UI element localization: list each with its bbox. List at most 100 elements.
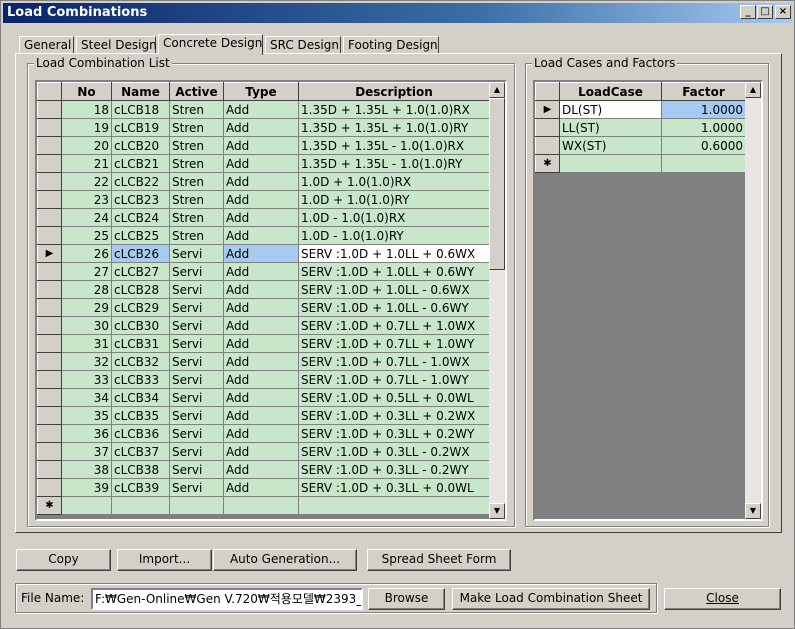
spread-sheet-form-button[interactable]: Spread Sheet Form — [367, 549, 511, 571]
cell-description[interactable]: SERV :1.0D + 0.3LL + 0.2WX — [298, 406, 490, 425]
row-header[interactable] — [37, 136, 62, 155]
tab-concrete-design[interactable]: Concrete Design — [158, 34, 263, 55]
cell-loadcase[interactable]: WX(ST) — [559, 136, 662, 155]
cell-no[interactable]: 24 — [61, 208, 112, 227]
cell-active[interactable]: Servi — [169, 298, 224, 317]
column-header-no[interactable]: No — [61, 82, 112, 101]
cell-active[interactable]: Stren — [169, 118, 224, 137]
cell-type[interactable]: Add — [223, 316, 299, 335]
row-header[interactable] — [37, 406, 62, 425]
current-row-indicator-icon[interactable]: ▶ — [535, 100, 560, 119]
cell-description[interactable]: 1.0D - 1.0(1.0)RY — [298, 226, 490, 245]
maximize-button[interactable]: □ — [757, 5, 773, 19]
new-row-cell[interactable] — [661, 154, 746, 173]
tab-general[interactable]: General — [19, 36, 74, 54]
table-row[interactable]: 35 cLCB35 Servi Add SERV :1.0D + 0.3LL + 0.2… — [37, 406, 490, 425]
table-row[interactable]: ▶ 26 cLCB26 Servi Add SERV :1.0D + 1.0LL + 0.… — [37, 244, 490, 263]
cell-no[interactable]: 20 — [61, 136, 112, 155]
cell-name[interactable]: cLCB30 — [111, 316, 170, 335]
new-row[interactable]: ✱ — [535, 154, 746, 173]
cell-factor[interactable]: 1.0000 — [661, 118, 746, 137]
table-row[interactable]: 22 cLCB22 Stren Add 1.0D + 1.0(1.0)RX — [37, 172, 490, 191]
cell-description[interactable]: SERV :1.0D + 1.0LL + 0.6WY — [298, 262, 490, 281]
scroll-up-arrow-icon[interactable]: ▲ — [745, 82, 761, 98]
close-window-button[interactable]: × — [775, 5, 791, 19]
cell-description[interactable]: SERV :1.0D + 0.3LL - 0.2WX — [298, 442, 490, 461]
cell-no[interactable]: 31 — [61, 334, 112, 353]
cell-description[interactable]: 1.0D + 1.0(1.0)RX — [298, 172, 490, 191]
cell-name[interactable]: cLCB26 — [111, 244, 170, 263]
cell-description[interactable]: SERV :1.0D + 0.3LL + 0.0WL — [298, 478, 490, 497]
cell-loadcase[interactable]: DL(ST) — [559, 100, 662, 119]
load-cases-scrollbar[interactable]: ▲ ▼ — [745, 82, 761, 519]
cell-type[interactable]: Add — [223, 460, 299, 479]
table-row[interactable]: 33 cLCB33 Servi Add SERV :1.0D + 0.7LL - 1.0… — [37, 370, 490, 389]
column-header-loadcase[interactable]: LoadCase — [559, 82, 662, 101]
cell-description[interactable]: SERV :1.0D + 0.7LL + 1.0WX — [298, 316, 490, 335]
cell-description[interactable]: SERV :1.0D + 1.0LL - 0.6WY — [298, 298, 490, 317]
new-row-cell[interactable] — [223, 496, 299, 515]
cell-name[interactable]: cLCB29 — [111, 298, 170, 317]
cell-active[interactable]: Servi — [169, 316, 224, 335]
cell-name[interactable]: cLCB32 — [111, 352, 170, 371]
make-load-combination-sheet-button[interactable]: Make Load Combination Sheet — [452, 588, 650, 610]
cell-type[interactable]: Add — [223, 478, 299, 497]
import-button[interactable]: Import... — [117, 549, 212, 571]
cell-name[interactable]: cLCB24 — [111, 208, 170, 227]
cell-active[interactable]: Servi — [169, 280, 224, 299]
cell-name[interactable]: cLCB33 — [111, 370, 170, 389]
cell-description[interactable]: SERV :1.0D + 0.7LL - 1.0WX — [298, 352, 490, 371]
cell-no[interactable]: 37 — [61, 442, 112, 461]
table-row[interactable]: 37 cLCB37 Servi Add SERV :1.0D + 0.3LL - 0.2… — [37, 442, 490, 461]
cell-name[interactable]: cLCB18 — [111, 100, 170, 119]
cell-type[interactable]: Add — [223, 424, 299, 443]
cell-name[interactable]: cLCB23 — [111, 190, 170, 209]
row-header[interactable] — [37, 460, 62, 479]
table-row[interactable]: 18 cLCB18 Stren Add 1.35D + 1.35L + 1.0(1.0)… — [37, 100, 490, 119]
cell-no[interactable]: 28 — [61, 280, 112, 299]
tab-src-design[interactable]: SRC Design — [265, 36, 341, 54]
table-row[interactable]: 27 cLCB27 Servi Add SERV :1.0D + 1.0LL + 0.6… — [37, 262, 490, 281]
new-row-cell[interactable] — [298, 496, 490, 515]
new-row[interactable]: ✱ — [37, 496, 490, 515]
cell-description[interactable]: 1.35D + 1.35L - 1.0(1.0)RY — [298, 154, 490, 173]
row-header[interactable] — [37, 190, 62, 209]
copy-button[interactable]: Copy — [16, 549, 111, 571]
table-row[interactable]: 36 cLCB36 Servi Add SERV :1.0D + 0.3LL + 0.2… — [37, 424, 490, 443]
table-row[interactable]: 38 cLCB38 Servi Add SERV :1.0D + 0.3LL - 0.2… — [37, 460, 490, 479]
cell-no[interactable]: 27 — [61, 262, 112, 281]
close-button[interactable]: Close — [664, 588, 781, 610]
cell-type[interactable]: Add — [223, 136, 299, 155]
file-name-field[interactable]: F:₩Gen-Online₩Gen V.720₩적용모델₩2393_R( — [91, 588, 363, 610]
cell-no[interactable]: 25 — [61, 226, 112, 245]
cell-no[interactable]: 33 — [61, 370, 112, 389]
scroll-down-arrow-icon[interactable]: ▼ — [745, 503, 761, 519]
column-header-description[interactable]: Description — [298, 82, 490, 101]
table-row[interactable]: 29 cLCB29 Servi Add SERV :1.0D + 1.0LL - 0.6… — [37, 298, 490, 317]
cell-active[interactable]: Servi — [169, 406, 224, 425]
cell-description[interactable]: SERV :1.0D + 1.0LL + 0.6WX — [298, 244, 490, 263]
cell-name[interactable]: cLCB31 — [111, 334, 170, 353]
cell-type[interactable]: Add — [223, 226, 299, 245]
cell-description[interactable]: SERV :1.0D + 0.3LL + 0.2WY — [298, 424, 490, 443]
cell-no[interactable]: 22 — [61, 172, 112, 191]
table-row[interactable]: 39 cLCB39 Servi Add SERV :1.0D + 0.3LL + 0.0… — [37, 478, 490, 497]
cell-description[interactable]: 1.35D + 1.35L + 1.0(1.0)RX — [298, 100, 490, 119]
row-header[interactable] — [37, 370, 62, 389]
load-combination-grid[interactable]: No Name Active Type Description 18 cLCB18… — [35, 80, 507, 521]
cell-name[interactable]: cLCB36 — [111, 424, 170, 443]
cell-no[interactable]: 26 — [61, 244, 112, 263]
cell-description[interactable]: SERV :1.0D + 1.0LL - 0.6WX — [298, 280, 490, 299]
cell-type[interactable]: Add — [223, 442, 299, 461]
cell-type[interactable]: Add — [223, 352, 299, 371]
tab-footing-design[interactable]: Footing Design — [343, 36, 439, 54]
minimize-button[interactable]: _ — [740, 5, 756, 19]
table-row[interactable]: 24 cLCB24 Stren Add 1.0D - 1.0(1.0)RX — [37, 208, 490, 227]
cell-name[interactable]: cLCB21 — [111, 154, 170, 173]
column-header-name[interactable]: Name — [111, 82, 170, 101]
row-header[interactable] — [37, 316, 62, 335]
cell-active[interactable]: Stren — [169, 208, 224, 227]
row-header[interactable] — [37, 100, 62, 119]
table-row[interactable]: LL(ST) 1.0000 — [535, 118, 746, 137]
cell-name[interactable]: cLCB28 — [111, 280, 170, 299]
